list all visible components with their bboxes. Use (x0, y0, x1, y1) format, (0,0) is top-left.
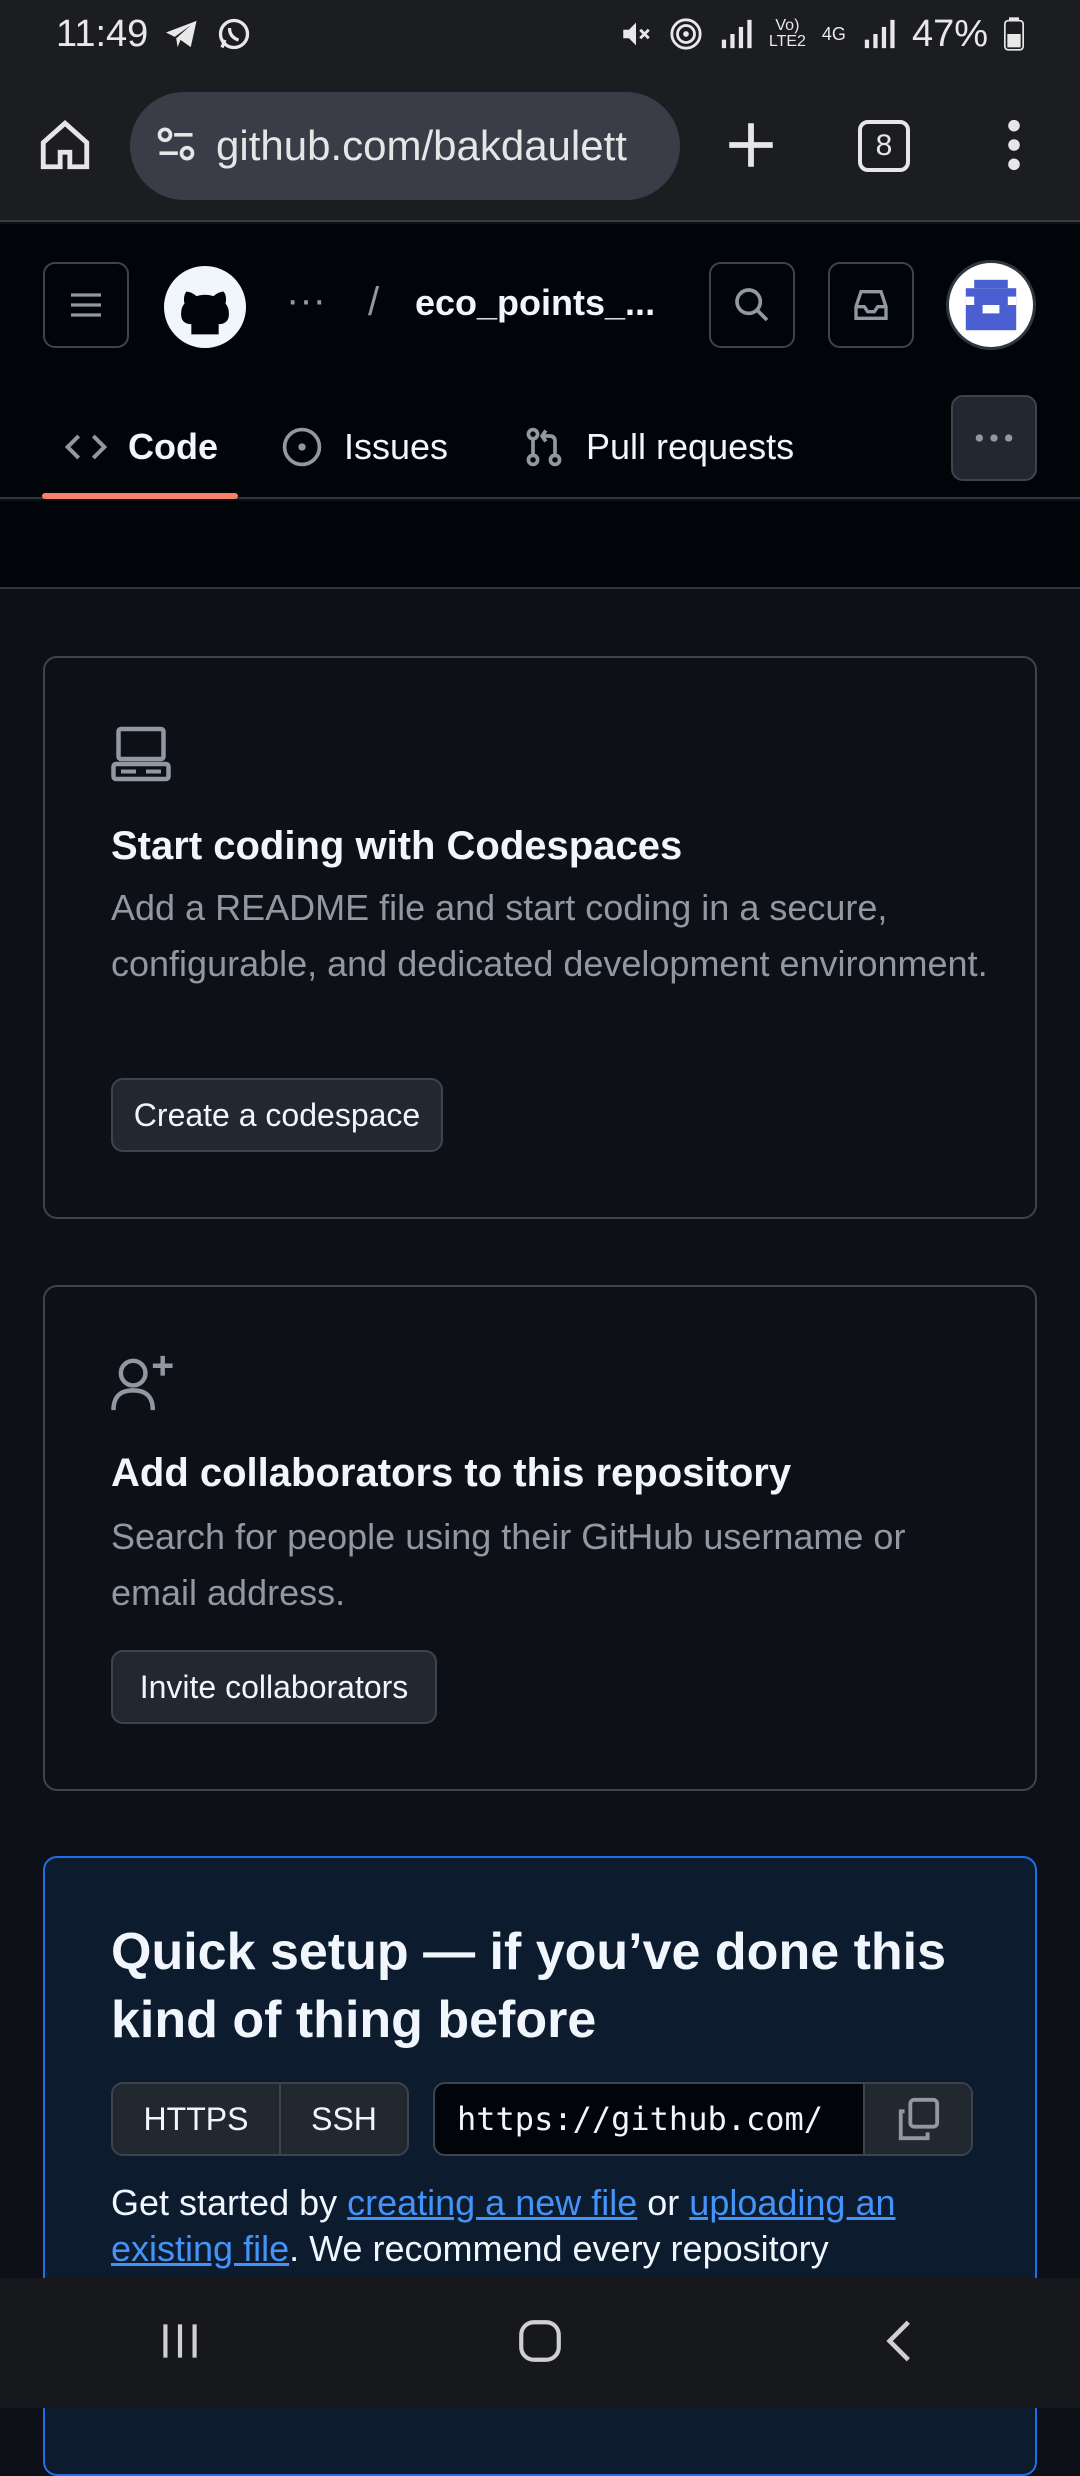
site-settings-icon[interactable] (154, 122, 198, 171)
tabs-overflow-button[interactable] (951, 395, 1037, 481)
search-button[interactable] (709, 262, 795, 348)
copy-icon (898, 2097, 940, 2141)
tab-count: 8 (875, 129, 893, 162)
quick-text-middle: or (637, 2182, 690, 2223)
repo-subheader (0, 501, 1080, 589)
protocol-toggle: HTTPS SSH (111, 2082, 409, 2156)
mute-icon (619, 17, 653, 51)
battery-icon (1004, 17, 1024, 51)
codespaces-title: Start coding with Codespaces (111, 824, 683, 868)
battery-percent: 47% (911, 12, 988, 55)
tab-switcher-button[interactable]: 8 (858, 120, 910, 172)
home-icon[interactable] (36, 116, 94, 179)
quick-text-after: . We recommend every repository (289, 2228, 829, 2269)
kebab-horizontal-icon (975, 434, 1013, 442)
copy-url-button[interactable] (863, 2084, 971, 2154)
pull-request-icon (526, 427, 562, 467)
create-new-file-link[interactable]: creating a new file (347, 2182, 637, 2223)
browser-toolbar: github.com/bakdaulett 8 (0, 68, 1080, 222)
home-nav-icon[interactable] (515, 2316, 565, 2371)
codespaces-description: Add a README file and start coding in a … (111, 887, 988, 984)
tab-code-label: Code (128, 426, 218, 467)
telegram-icon (164, 18, 200, 50)
signal-icon (719, 19, 753, 49)
breadcrumb-more[interactable]: ··· (286, 278, 326, 323)
more-menu-icon[interactable] (1000, 116, 1028, 179)
status-time: 11:49 (56, 12, 149, 55)
back-icon[interactable] (875, 2316, 925, 2371)
codespaces-icon (111, 726, 171, 787)
quick-text-before: Get started by (111, 2182, 348, 2223)
collaborators-title: Add collaborators to this repository (111, 1451, 792, 1495)
inbox-button[interactable] (828, 262, 914, 348)
active-tab-indicator (42, 493, 238, 499)
invite-collaborators-button[interactable]: Invite collaborators (111, 1650, 437, 1724)
status-bar: 11:49 Vo) LTE2 4G 47% (0, 0, 1080, 68)
volte-icon: Vo) LTE2 (768, 17, 806, 50)
recent-apps-icon[interactable] (155, 2316, 205, 2371)
person-add-icon (111, 1353, 175, 1418)
https-button[interactable]: HTTPS (113, 2084, 281, 2154)
quick-setup-title: Quick setup — if you’ve done this kind o… (111, 1923, 947, 2049)
clone-url-text[interactable]: https://github.com/ (435, 2084, 863, 2154)
tab-pull-requests[interactable]: Pull requests (522, 395, 794, 499)
tab-code[interactable]: Code (64, 395, 218, 499)
repo-tabs: Code Issues Pull requests (0, 395, 1080, 499)
github-logo-icon[interactable] (164, 266, 246, 353)
hotspot-icon (669, 17, 703, 51)
code-icon (64, 434, 108, 460)
whatsapp-icon (216, 16, 252, 52)
tab-issues-label: Issues (344, 426, 449, 467)
codespaces-card: Start coding with Codespaces Add a READM… (43, 656, 1037, 1219)
tab-pull-requests-label: Pull requests (586, 426, 795, 467)
url-bar[interactable]: github.com/bakdaulett (130, 92, 680, 200)
inbox-icon (854, 290, 888, 320)
hamburger-icon (71, 293, 101, 317)
menu-button[interactable] (43, 262, 129, 348)
avatar[interactable] (946, 260, 1036, 350)
clone-url-field[interactable]: https://github.com/ (433, 2082, 973, 2156)
network-4g-icon: 4G (821, 23, 846, 44)
new-tab-icon[interactable] (722, 116, 780, 179)
ssh-button[interactable]: SSH (281, 2084, 407, 2154)
system-nav-bar (0, 2278, 1080, 2408)
create-codespace-button[interactable]: Create a codespace (111, 1078, 443, 1152)
issue-icon (282, 427, 322, 467)
tab-issues[interactable]: Issues (280, 395, 448, 499)
repo-name[interactable]: eco_points_... (415, 282, 655, 324)
quick-setup-text: Get started by creating a new file or up… (111, 2180, 991, 2272)
signal-icon-2 (862, 19, 896, 49)
search-icon (735, 288, 769, 322)
url-text[interactable]: github.com/bakdaulett (216, 122, 627, 170)
collaborators-card: Add collaborators to this repository Sea… (43, 1285, 1037, 1791)
breadcrumb-separator: / (368, 280, 380, 324)
collaborators-description: Search for people using their GitHub use… (111, 1516, 906, 1613)
